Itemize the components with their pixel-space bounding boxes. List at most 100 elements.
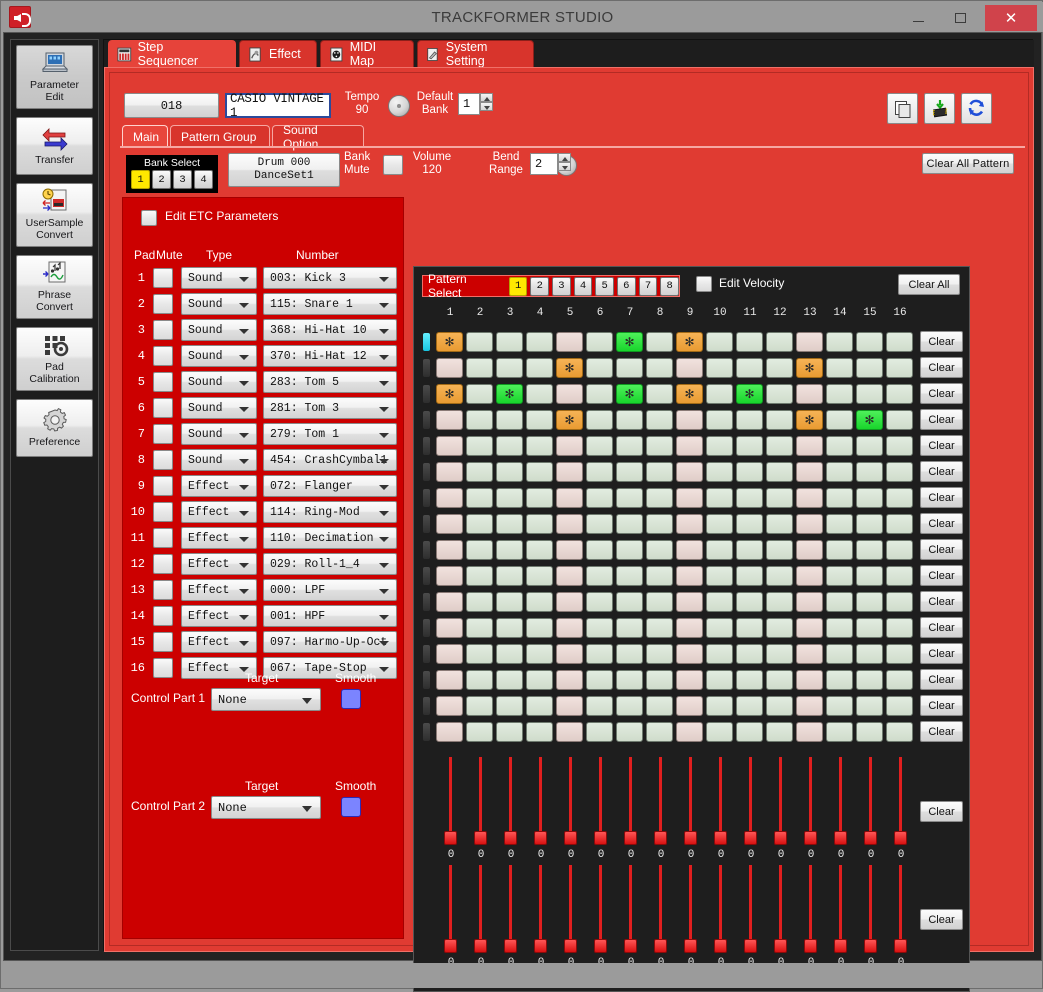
step-cell[interactable]: [826, 514, 853, 534]
step-cell[interactable]: [736, 332, 763, 352]
step-cell[interactable]: [856, 592, 883, 612]
tab-step-sequencer[interactable]: Step Sequencer: [108, 40, 236, 68]
pad-mute-checkbox[interactable]: [153, 658, 173, 678]
step-cell[interactable]: [766, 644, 793, 664]
step-cell[interactable]: [646, 462, 673, 482]
slider-thumb[interactable]: [594, 831, 607, 845]
step-cell[interactable]: [886, 670, 913, 690]
spin-down-icon[interactable]: [558, 162, 571, 171]
step-cell[interactable]: [766, 592, 793, 612]
slider-thumb[interactable]: [714, 831, 727, 845]
step-cell[interactable]: [736, 514, 763, 534]
step-cell[interactable]: [886, 436, 913, 456]
sidebar-item-transfer[interactable]: Transfer: [16, 117, 93, 175]
row-clear-button[interactable]: Clear: [920, 565, 963, 586]
step-cell[interactable]: [706, 644, 733, 664]
control-part-1-target-select[interactable]: None: [211, 688, 321, 711]
pattern-button-5[interactable]: 5: [595, 276, 615, 296]
step-cell[interactable]: [616, 436, 643, 456]
slider-track[interactable]: [509, 757, 512, 835]
step-cell[interactable]: [766, 566, 793, 586]
pad-mute-checkbox[interactable]: [153, 580, 173, 600]
step-cell[interactable]: [706, 514, 733, 534]
step-cell[interactable]: [436, 592, 463, 612]
step-cell[interactable]: [526, 436, 553, 456]
step-cell[interactable]: [676, 618, 703, 638]
step-cell[interactable]: [796, 618, 823, 638]
step-cell[interactable]: [496, 358, 523, 378]
bend-range-input[interactable]: 2: [530, 153, 558, 175]
slider-track[interactable]: [659, 865, 662, 943]
step-cell[interactable]: [526, 540, 553, 560]
slider-track[interactable]: [449, 757, 452, 835]
slider-track[interactable]: [899, 757, 902, 835]
step-cell[interactable]: [766, 332, 793, 352]
pad-mute-checkbox[interactable]: [153, 346, 173, 366]
slider-thumb[interactable]: [894, 831, 907, 845]
step-cell[interactable]: [496, 514, 523, 534]
step-cell[interactable]: [616, 462, 643, 482]
step-cell[interactable]: [736, 722, 763, 742]
step-cell[interactable]: [616, 722, 643, 742]
row-clear-button[interactable]: Clear: [920, 617, 963, 638]
step-cell[interactable]: [646, 540, 673, 560]
step-cell[interactable]: [736, 436, 763, 456]
sidebar-item-phrase-convert[interactable]: Phrase Convert: [16, 255, 93, 319]
step-cell[interactable]: [676, 358, 703, 378]
step-cell[interactable]: [436, 410, 463, 430]
slider-thumb[interactable]: [534, 939, 547, 953]
step-cell[interactable]: [466, 358, 493, 378]
pad-type-select[interactable]: Effect: [181, 631, 257, 653]
slider-thumb[interactable]: [504, 831, 517, 845]
step-cell[interactable]: [856, 436, 883, 456]
tempo-knob[interactable]: [388, 95, 410, 117]
step-cell[interactable]: [436, 540, 463, 560]
step-cell[interactable]: [826, 670, 853, 690]
slider-thumb[interactable]: [894, 939, 907, 953]
pad-number-select[interactable]: 097: Harmo-Up-Oct: [263, 631, 397, 653]
step-cell[interactable]: [616, 644, 643, 664]
step-cell[interactable]: [586, 436, 613, 456]
row-clear-button[interactable]: Clear: [920, 461, 963, 482]
step-cell[interactable]: [436, 514, 463, 534]
step-cell[interactable]: [466, 332, 493, 352]
default-bank-input[interactable]: 1: [458, 93, 480, 115]
slider-thumb[interactable]: [744, 831, 757, 845]
step-cell[interactable]: [466, 514, 493, 534]
step-cell[interactable]: [766, 358, 793, 378]
step-cell[interactable]: [466, 618, 493, 638]
spin-down-icon[interactable]: [480, 102, 493, 111]
step-cell[interactable]: [526, 358, 553, 378]
slider-thumb[interactable]: [564, 831, 577, 845]
spin-up-icon[interactable]: [480, 93, 493, 102]
step-cell[interactable]: [436, 462, 463, 482]
pad-mute-checkbox[interactable]: [153, 528, 173, 548]
step-cell[interactable]: [586, 540, 613, 560]
control-part-2-target-select[interactable]: None: [211, 796, 321, 819]
pad-number-select[interactable]: 001: HPF: [263, 605, 397, 627]
step-cell[interactable]: ✻: [856, 410, 883, 430]
slider-track[interactable]: [839, 757, 842, 835]
slider-track[interactable]: [869, 865, 872, 943]
step-cell[interactable]: [526, 592, 553, 612]
step-cell[interactable]: [736, 358, 763, 378]
slider-thumb[interactable]: [774, 939, 787, 953]
step-cell[interactable]: [436, 722, 463, 742]
slider-thumb[interactable]: [444, 939, 457, 953]
slider-block-clear-button[interactable]: Clear: [920, 909, 963, 930]
pad-mute-checkbox[interactable]: [153, 450, 173, 470]
step-cell[interactable]: [436, 358, 463, 378]
step-cell[interactable]: [826, 644, 853, 664]
step-cell[interactable]: [766, 540, 793, 560]
step-cell[interactable]: [856, 332, 883, 352]
step-cell[interactable]: [466, 462, 493, 482]
step-cell[interactable]: [586, 566, 613, 586]
step-cell[interactable]: [826, 436, 853, 456]
step-cell[interactable]: [436, 696, 463, 716]
pad-number-select[interactable]: 368: Hi-Hat 10: [263, 319, 397, 341]
pad-mute-checkbox[interactable]: [153, 398, 173, 418]
step-cell[interactable]: [736, 592, 763, 612]
sidebar-item-preference[interactable]: Preference: [16, 399, 93, 457]
step-cell[interactable]: [496, 540, 523, 560]
step-cell[interactable]: [766, 618, 793, 638]
